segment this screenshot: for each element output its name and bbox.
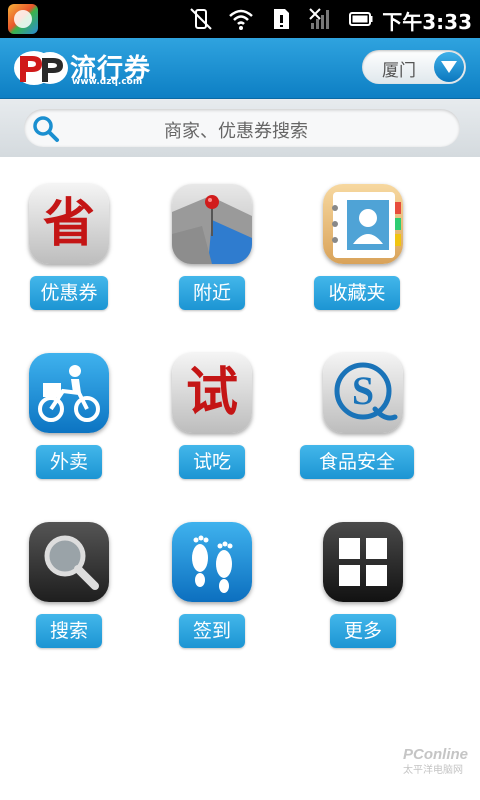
tile-label: 更多 [330,614,396,648]
battery-icon [349,12,373,26]
app-url: www.dzq.com [72,77,143,87]
tile-checkin[interactable]: 签到 [157,522,267,672]
status-icons [188,6,374,32]
status-bar: 下午3:33 [0,0,480,38]
no-vibrate-icon [190,8,212,30]
app-header: 流行券 www.dzq.com 厦门 [0,38,480,99]
tile-label: 收藏夹 [314,276,400,310]
food-safety-icon: S [323,353,403,433]
tile-tasting[interactable]: 试 试吃 [157,353,267,503]
tile-label: 试吃 [179,445,245,479]
wifi-icon [229,9,253,30]
no-signal-icon [309,8,329,29]
tile-label: 外卖 [36,445,102,479]
tile-coupons[interactable]: 省 优惠券 [14,184,124,334]
watermark-sub: 太平洋电脑网 [402,765,463,776]
tile-label: 优惠券 [30,276,108,310]
chevron-down-icon [434,52,464,82]
tile-glyph: 试 [185,362,238,423]
tile-label: 附近 [179,276,245,310]
tile-label: 食品安全 [300,445,414,479]
city-label: 厦门 [382,61,416,81]
tile-nearby[interactable]: 附近 [157,184,267,334]
tasting-icon: 试 [172,353,252,433]
tile-label: 搜索 [36,614,102,648]
address-book-icon [323,184,403,264]
search-placeholder: 商家、优惠券搜索 [164,121,308,142]
tile-favorites[interactable]: 收藏夹 [308,184,418,334]
tile-food-safety[interactable]: S 食品安全 [300,353,418,503]
app-store-icon[interactable] [8,4,38,34]
search-icon [33,116,59,142]
search-bar: 商家、优惠券搜索 [0,99,480,157]
tile-glyph: 省 [42,193,95,254]
clock: 下午3:33 [382,10,472,34]
logo-pp-mark [14,51,68,85]
magnifier-icon [29,522,109,602]
save-money-icon: 省 [29,184,109,264]
delivery-bike-icon [29,353,109,433]
footprints-icon [172,522,252,602]
city-selector[interactable]: 厦门 [362,50,466,84]
tile-label: 签到 [179,614,245,648]
sim-card-icon [274,9,289,29]
tile-search[interactable]: 搜索 [14,522,124,672]
watermark: PConline 太平洋电脑网 [403,746,468,776]
search-input[interactable]: 商家、优惠券搜索 [24,109,460,147]
tile-more[interactable]: 更多 [308,522,418,672]
map-pin-icon [172,184,252,264]
tile-delivery[interactable]: 外卖 [14,353,124,503]
more-grid-icon [323,522,403,602]
tile-glyph: S [351,368,375,413]
